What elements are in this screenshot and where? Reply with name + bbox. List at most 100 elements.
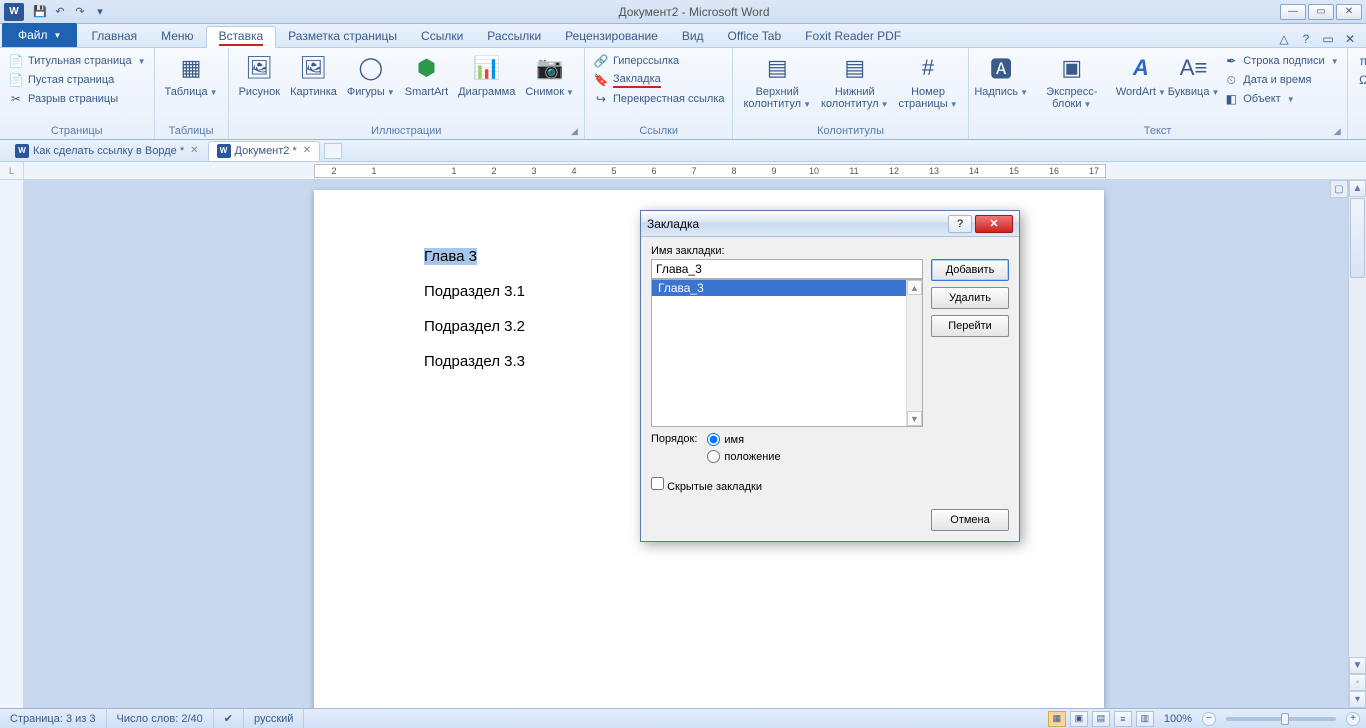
close-tab-icon[interactable]: ✕ [190, 145, 198, 156]
sort-by-position-radio[interactable]: положение [707, 450, 780, 463]
status-page[interactable]: Страница: 3 из 3 [0, 709, 107, 728]
minimize-ribbon-icon[interactable]: △ [1276, 31, 1292, 47]
table-button[interactable]: ▦ Таблица▼ [161, 50, 222, 101]
file-tab[interactable]: Файл▼ [2, 23, 77, 47]
bookmark-name-input[interactable] [651, 259, 923, 279]
hidden-bookmarks-checkbox[interactable]: Скрытые закладки [651, 477, 762, 493]
close-button[interactable]: ✕ [1336, 4, 1362, 20]
tab-review[interactable]: Рецензирование [553, 25, 670, 47]
undo-icon[interactable]: ↶ [52, 4, 68, 20]
bookmark-list-item[interactable]: Глава_3 [652, 280, 922, 296]
ruler-toggle-icon[interactable]: ▢ [1330, 180, 1348, 198]
tab-view[interactable]: Вид [670, 25, 716, 47]
symbol-button[interactable]: ΩСимвол▼ [1354, 71, 1366, 89]
maximize-button[interactable]: ▭ [1308, 4, 1334, 20]
textbox-button[interactable]: 🅰Надпись▼ [975, 50, 1028, 101]
minimize-button[interactable]: — [1280, 4, 1306, 20]
goto-bookmark-button[interactable]: Перейти [931, 315, 1009, 337]
shapes-button[interactable]: ◯Фигуры▼ [343, 50, 399, 101]
view-print-layout-button[interactable]: ▦ [1048, 711, 1066, 727]
signature-line-button[interactable]: ✒Строка подписи▼ [1221, 52, 1340, 70]
save-icon[interactable]: 💾 [32, 4, 48, 20]
vertical-ruler[interactable] [0, 180, 24, 708]
page-break-icon: ✂ [8, 91, 24, 107]
add-bookmark-button[interactable]: Добавить [931, 259, 1009, 281]
title-bar: W 💾 ↶ ↷ ▾ Документ2 - Microsoft Word — ▭… [0, 0, 1366, 24]
quickparts-button[interactable]: ▣Экспресс-блоки▼ [1030, 50, 1114, 113]
bookmark-list[interactable]: Глава_3 ▲ ▼ [651, 279, 923, 427]
view-fullscreen-button[interactable]: ▣ [1070, 711, 1088, 727]
group-links: 🔗Гиперссылка 🔖Закладка ↪Перекрестная ссы… [585, 48, 734, 139]
close-doc-icon[interactable]: ✕ [1342, 31, 1358, 47]
zoom-in-button[interactable]: + [1346, 712, 1360, 726]
zoom-out-button[interactable]: − [1202, 712, 1216, 726]
hyperlink-button[interactable]: 🔗Гиперссылка [591, 52, 727, 70]
delete-bookmark-button[interactable]: Удалить [931, 287, 1009, 309]
crossref-button[interactable]: ↪Перекрестная ссылка [591, 90, 727, 108]
clipart-button[interactable]: 🖼Картинка [286, 50, 341, 100]
scroll-down-icon[interactable]: ▼ [1349, 657, 1366, 674]
status-proofing[interactable]: ✔ [214, 709, 244, 728]
vertical-scrollbar[interactable]: ▲ ▼ ◦ ▾ [1348, 180, 1366, 708]
doc-tab-2[interactable]: W Документ2 * ✕ [208, 141, 321, 161]
footer-button[interactable]: ▤Нижний колонтитул▼ [817, 50, 893, 113]
redo-icon[interactable]: ↷ [72, 4, 88, 20]
tab-references[interactable]: Ссылки [409, 25, 475, 47]
picture-button[interactable]: 🖼Рисунок [235, 50, 285, 100]
sort-label: Порядок: [651, 433, 697, 445]
dropcap-button[interactable]: A≡Буквица▼ [1168, 50, 1219, 101]
word-app-icon: W [4, 3, 24, 21]
view-draft-button[interactable]: ▥ [1136, 711, 1154, 727]
next-page-icon[interactable]: ▾ [1349, 691, 1366, 708]
horizontal-ruler[interactable]: 211234567891011121314151617 [24, 162, 1366, 179]
close-tab-icon[interactable]: ✕ [303, 145, 311, 156]
bookmark-name-label: Имя закладки: [651, 245, 1009, 257]
status-words[interactable]: Число слов: 2/40 [107, 709, 214, 728]
scroll-thumb[interactable] [1350, 198, 1365, 278]
zoom-label[interactable]: 100% [1164, 713, 1192, 725]
object-button[interactable]: ◧Объект▼ [1221, 90, 1340, 108]
wordart-button[interactable]: AWordArt▼ [1116, 50, 1166, 101]
equation-button[interactable]: πФормула▼ [1354, 52, 1366, 70]
dialog-close-button[interactable]: ✕ [975, 215, 1013, 233]
tab-mailings[interactable]: Рассылки [475, 25, 553, 47]
cancel-button[interactable]: Отмена [931, 509, 1009, 531]
doc-tab-1[interactable]: W Как сделать ссылку в Ворде * ✕ [6, 141, 208, 161]
status-language[interactable]: русский [244, 709, 304, 728]
screenshot-button[interactable]: 📷Снимок▼ [521, 50, 578, 101]
qat-more-icon[interactable]: ▾ [92, 4, 108, 20]
selected-text[interactable]: Глава 3 [424, 248, 477, 265]
tab-foxit[interactable]: Foxit Reader PDF [793, 25, 913, 47]
ruler-corner[interactable]: L [0, 162, 24, 179]
view-web-button[interactable]: ▤ [1092, 711, 1110, 727]
page-break-button[interactable]: ✂Разрыв страницы [6, 90, 148, 108]
dialog-titlebar[interactable]: Закладка ? ✕ [641, 211, 1019, 237]
prev-page-icon[interactable]: ◦ [1349, 674, 1366, 691]
restore-window-icon[interactable]: ▭ [1320, 31, 1336, 47]
dialog-help-button[interactable]: ? [948, 215, 972, 233]
view-outline-button[interactable]: ≡ [1114, 711, 1132, 727]
zoom-knob[interactable] [1281, 713, 1289, 725]
hyperlink-icon: 🔗 [593, 53, 609, 69]
list-scrollbar[interactable]: ▲ ▼ [906, 280, 922, 426]
tab-insert[interactable]: Вставка [206, 26, 277, 48]
list-scroll-up-icon[interactable]: ▲ [907, 280, 922, 295]
header-button[interactable]: ▤Верхний колонтитул▼ [739, 50, 815, 113]
tab-home[interactable]: Главная [79, 25, 149, 47]
cover-page-button[interactable]: 📄Титульная страница▼ [6, 52, 148, 70]
sort-by-name-radio[interactable]: имя [707, 433, 780, 446]
zoom-slider[interactable] [1226, 717, 1336, 721]
scroll-up-icon[interactable]: ▲ [1349, 180, 1366, 197]
tab-page-layout[interactable]: Разметка страницы [276, 25, 409, 47]
smartart-button[interactable]: ⬢SmartArt [401, 50, 452, 100]
blank-page-button[interactable]: 📄Пустая страница [6, 71, 148, 89]
new-doc-tab-button[interactable] [324, 143, 342, 159]
help-icon[interactable]: ? [1298, 31, 1314, 47]
tab-office-tab[interactable]: Office Tab [716, 25, 794, 47]
list-scroll-down-icon[interactable]: ▼ [907, 411, 922, 426]
datetime-button[interactable]: ⏲Дата и время [1221, 71, 1340, 89]
tab-menu[interactable]: Меню [149, 25, 205, 47]
chart-button[interactable]: 📊Диаграмма [454, 50, 519, 100]
bookmark-button[interactable]: 🔖Закладка [591, 71, 727, 89]
pagenumber-button[interactable]: #Номер страницы▼ [894, 50, 961, 113]
